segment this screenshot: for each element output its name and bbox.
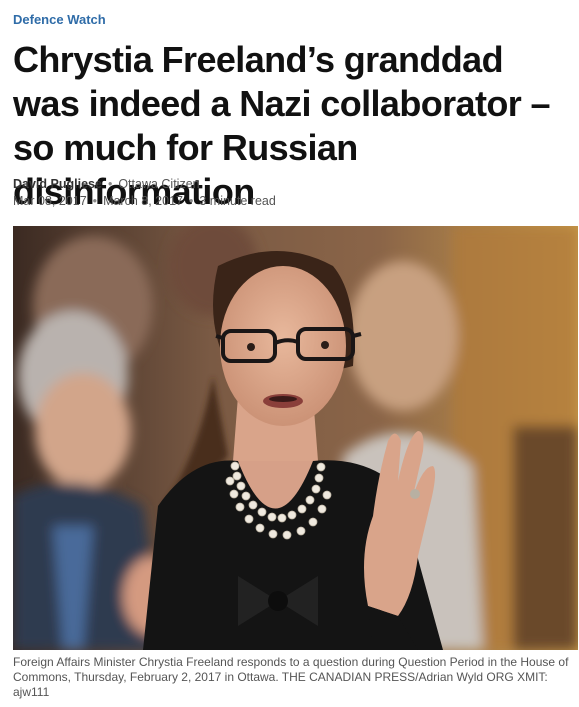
photo-illustration: [13, 226, 578, 650]
dateline-separator-2: •: [188, 194, 194, 208]
dateline: Mar 08, 2017 • March 8, 2017 • 3 minute read: [13, 194, 276, 208]
outlet-name: Ottawa Citizen: [118, 177, 200, 191]
read-time: 3 minute read: [199, 194, 276, 208]
byline-separator: •: [107, 177, 113, 191]
section-label[interactable]: Defence Watch: [13, 12, 106, 27]
author-name[interactable]: David Pugliese: [13, 177, 102, 191]
photo-caption: Foreign Affairs Minister Chrystia Freela…: [13, 655, 569, 699]
byline: David Pugliese • Ottawa Citizen: [13, 177, 200, 191]
article-photo: [13, 226, 578, 650]
published-date: Mar 08, 2017: [13, 194, 87, 208]
updated-date: March 8, 2017: [103, 194, 183, 208]
article: Defence Watch Chrystia Freeland’s grandd…: [0, 0, 579, 707]
dateline-separator-1: •: [92, 194, 98, 208]
